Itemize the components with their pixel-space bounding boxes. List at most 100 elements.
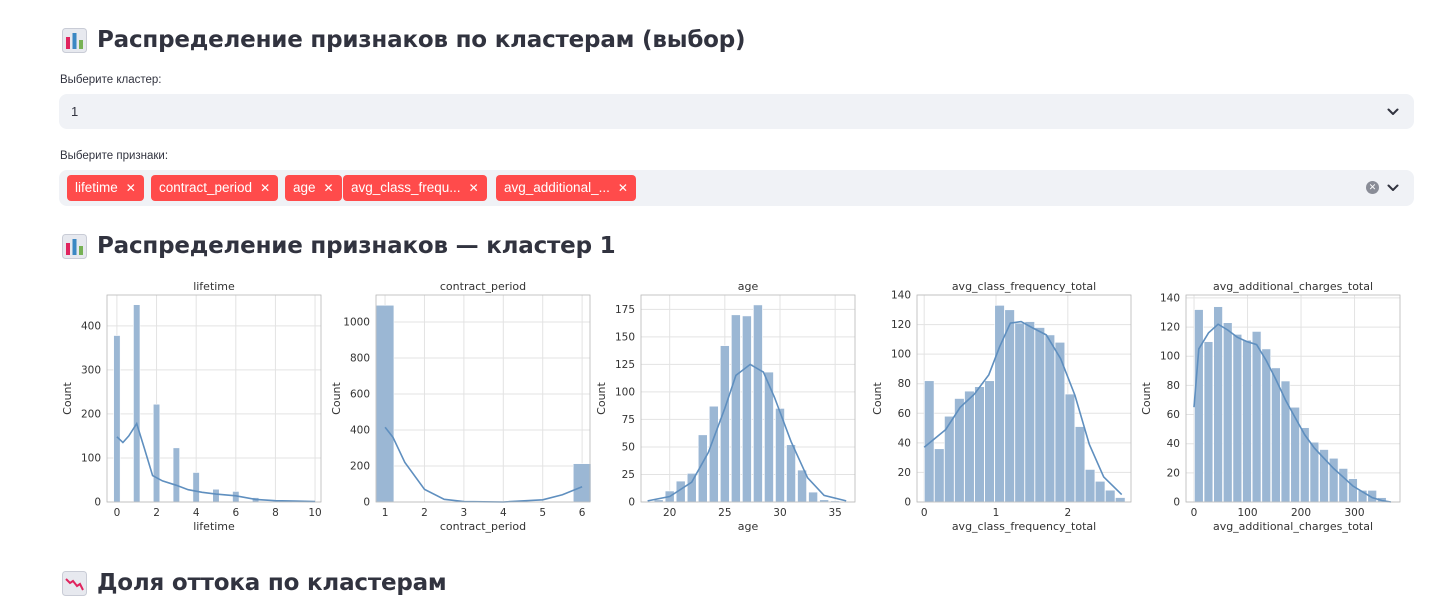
histogram-bar: [995, 305, 1005, 502]
y-tick-label: 400: [81, 320, 101, 332]
histogram-bar: [1115, 498, 1125, 502]
histogram-bar: [173, 448, 180, 502]
histogram-avg-additional-charges-total: 0100200300020406080100120140avg_addition…: [1140, 280, 1400, 533]
tag-label: avg_additional_...: [504, 180, 610, 195]
y-tick-label: 300: [81, 364, 101, 376]
tag-label: lifetime: [75, 180, 118, 195]
feature-tag-age[interactable]: age✕: [285, 175, 342, 201]
x-tick-label: 1: [382, 507, 389, 519]
x-tick-label: 4: [500, 507, 507, 519]
kde-line: [385, 427, 582, 502]
remove-tag-icon[interactable]: ✕: [618, 181, 628, 195]
histogram-bar: [1243, 340, 1252, 502]
y-tick-label: 40: [1167, 438, 1180, 450]
y-axis-label: Count: [61, 381, 74, 414]
y-tick-label: 150: [615, 331, 635, 343]
cluster-select[interactable]: 1: [59, 94, 1414, 129]
section-title-churn-share: Доля оттока по кластерам: [62, 570, 447, 596]
histogram-bar: [1095, 481, 1105, 502]
y-tick-label: 1000: [343, 317, 370, 329]
y-tick-label: 125: [615, 359, 635, 371]
feature-tag-avg-additional-charges[interactable]: avg_additional_... ✕: [496, 175, 636, 201]
histogram-bar: [1025, 322, 1035, 502]
histogram-bar: [1233, 334, 1242, 502]
chart-title: avg_class_frequency_total: [952, 280, 1096, 293]
histogram-bar: [786, 445, 795, 502]
histogram-bar: [809, 492, 818, 502]
tag-label: contract_period: [159, 180, 252, 195]
features-multiselect[interactable]: lifetime ✕ contract_period ✕ age✕ avg_clas…: [59, 170, 1414, 206]
clear-all-icon[interactable]: ✕: [1366, 181, 1379, 194]
y-tick-label: 80: [1167, 380, 1180, 392]
histogram-bar: [153, 404, 160, 502]
y-axis-label: Count: [330, 381, 343, 414]
feature-tag-lifetime[interactable]: lifetime ✕: [67, 175, 144, 201]
x-tick-label: 0: [114, 507, 121, 519]
y-tick-label: 175: [615, 304, 635, 316]
histogram-bar: [114, 336, 121, 502]
y-tick-label: 200: [81, 408, 101, 420]
plot-frame: [376, 295, 590, 502]
histogram-bar: [753, 305, 762, 502]
x-tick-label: 2: [421, 507, 428, 519]
y-tick-label: 75: [622, 414, 635, 426]
feature-histograms-figure: 02468100100200300400lifetimelifetimeCoun…: [55, 274, 1415, 542]
histogram-bar: [1223, 323, 1232, 502]
histogram-bar: [1204, 342, 1213, 502]
x-tick-label: 2: [1064, 507, 1071, 519]
y-tick-label: 0: [904, 497, 911, 509]
histogram-bar: [742, 316, 751, 502]
remove-tag-icon[interactable]: ✕: [126, 181, 136, 195]
y-tick-label: 0: [94, 497, 101, 509]
histogram-bar: [1045, 335, 1055, 502]
section-title-text: Доля оттока по кластерам: [97, 570, 447, 596]
section-title-text: Распределение признаков по кластерам (вы…: [97, 27, 745, 53]
y-tick-label: 50: [622, 441, 635, 453]
x-tick-label: 6: [232, 507, 239, 519]
histogram-bar: [1214, 307, 1223, 502]
y-axis-label: Count: [871, 381, 884, 414]
bar-chart-icon: [62, 28, 87, 53]
histogram-bar: [193, 472, 200, 502]
histogram-bar: [1005, 310, 1015, 502]
histogram-bar: [975, 387, 985, 502]
histogram-bar: [1015, 323, 1025, 502]
feature-tag-contract-period[interactable]: contract_period ✕: [151, 175, 278, 201]
histogram-bar: [133, 305, 140, 502]
y-tick-label: 120: [1160, 322, 1180, 334]
x-axis-label: avg_additional_charges_total: [1213, 520, 1373, 533]
histogram-bar: [1271, 368, 1280, 502]
cluster-select-label: Выберите кластер:: [60, 74, 161, 86]
x-axis-label: lifetime: [193, 520, 235, 533]
y-tick-label: 80: [898, 378, 911, 390]
y-tick-label: 120: [891, 319, 911, 331]
histogram-contract-period: 12345602004006008001000contract_periodco…: [330, 280, 591, 533]
x-tick-label: 4: [193, 507, 200, 519]
x-tick-label: 6: [579, 507, 586, 519]
y-tick-label: 100: [1160, 351, 1180, 363]
y-tick-label: 600: [350, 389, 370, 401]
chevron-down-icon[interactable]: [1386, 181, 1400, 195]
remove-tag-icon[interactable]: ✕: [260, 181, 270, 195]
x-tick-label: 0: [921, 507, 928, 519]
histogram-bar: [1252, 331, 1261, 502]
remove-tag-icon[interactable]: ✕: [324, 181, 334, 195]
x-tick-label: 20: [663, 507, 676, 519]
x-tick-label: 0: [1191, 507, 1198, 519]
chart-title: avg_additional_charges_total: [1213, 280, 1373, 293]
feature-tag-avg-class-frequency[interactable]: avg_class_frequ...✕: [343, 175, 487, 201]
chevron-down-icon[interactable]: [1386, 105, 1400, 119]
y-tick-label: 60: [898, 408, 911, 420]
y-tick-label: 140: [891, 290, 911, 302]
features-select-label: Выберите признаки:: [60, 150, 168, 162]
histogram-age: 202530350255075100125150175ageageCount: [595, 280, 855, 533]
chart-title: contract_period: [440, 280, 526, 293]
y-tick-label: 60: [1167, 409, 1180, 421]
remove-tag-icon[interactable]: ✕: [469, 181, 479, 195]
histogram-bar: [1194, 310, 1203, 502]
x-tick-label: 100: [1238, 507, 1258, 519]
x-axis-label: avg_class_frequency_total: [952, 520, 1096, 533]
y-tick-label: 140: [1160, 292, 1180, 304]
chart-decreasing-icon: [62, 571, 87, 596]
histogram-bar: [731, 315, 740, 502]
